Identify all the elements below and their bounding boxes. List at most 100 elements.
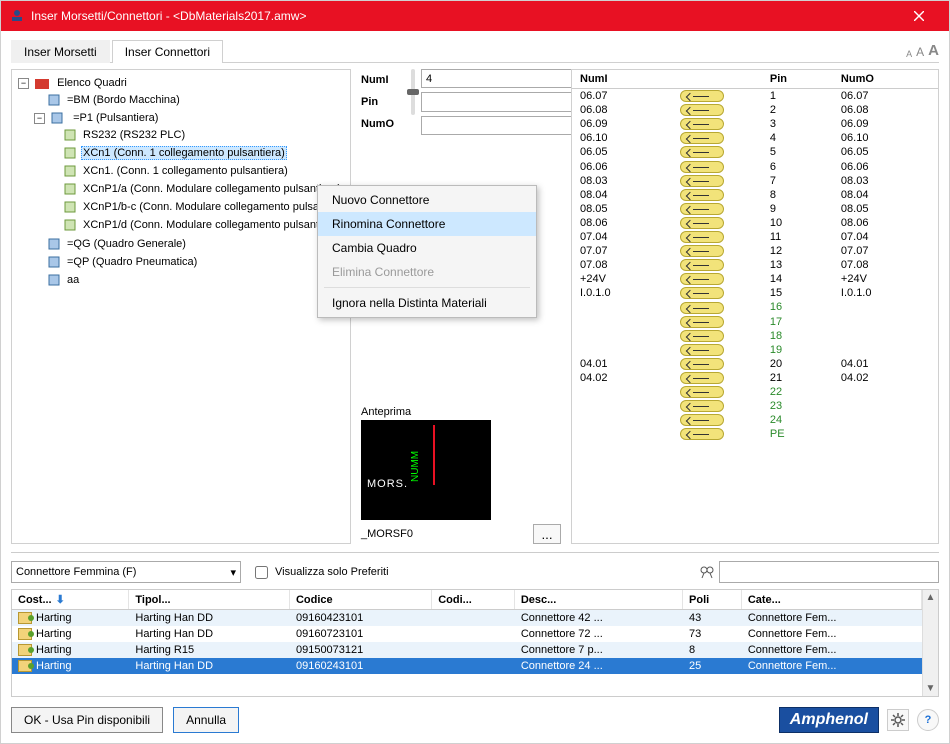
help-button[interactable]: ? — [917, 709, 939, 731]
pin-row[interactable]: 07.081307.08 — [572, 258, 938, 272]
numi-input[interactable] — [421, 69, 573, 88]
col-codi[interactable]: Codi... — [432, 590, 515, 610]
ctx-rinomina[interactable]: Rinomina Connettore — [318, 212, 536, 236]
tree-item[interactable]: aa — [34, 271, 346, 289]
pin-row[interactable]: +24V14+24V — [572, 272, 938, 286]
tree-item[interactable]: XCnP1/b-c (Conn. Modulare collegamento p… — [50, 198, 346, 216]
col-poli[interactable]: Poli — [683, 590, 742, 610]
pin-row[interactable]: PE — [572, 427, 938, 441]
pin-row[interactable]: 06.08206.08 — [572, 103, 938, 117]
col-numo[interactable]: NumO — [833, 70, 938, 89]
browse-button[interactable]: ... — [533, 524, 561, 544]
tree-item[interactable]: =BM (Bordo Macchina) — [34, 91, 346, 109]
tree-root[interactable]: − Elenco Quadri =BM (Bordo Macchina) − =… — [18, 74, 346, 290]
pin-row[interactable]: 04.022104.02 — [572, 371, 938, 385]
pin-numo: 06.07 — [833, 89, 938, 104]
pin-symbol — [672, 174, 762, 188]
tree-item[interactable]: XCn1. (Conn. 1 collegamento pulsantiera) — [50, 162, 346, 180]
col-pin[interactable]: Pin — [762, 70, 833, 89]
settings-button[interactable] — [887, 709, 909, 731]
pin-numo: I.0.1.0 — [833, 286, 938, 300]
pin-input[interactable] — [421, 92, 573, 111]
col-cate[interactable]: Cate... — [741, 590, 921, 610]
pin-row[interactable]: 06.06606.06 — [572, 159, 938, 173]
row-icon — [18, 644, 32, 656]
favorites-checkbox[interactable] — [255, 566, 268, 579]
font-large-button[interactable]: A — [928, 42, 939, 59]
pin-row[interactable]: 08.05908.05 — [572, 202, 938, 216]
row-icon — [18, 612, 32, 624]
collapse-icon[interactable]: − — [34, 113, 45, 124]
pin-row[interactable]: 08.04808.04 — [572, 188, 938, 202]
tab-morsetti[interactable]: Inser Morsetti — [11, 40, 110, 63]
table-row[interactable]: HartingHarting Han DD09160423101Connetto… — [12, 610, 922, 627]
font-small-button[interactable]: A — [906, 49, 912, 59]
pin-row[interactable]: 19 — [572, 343, 938, 357]
pins-pane[interactable]: NumI Pin NumO 06.07106.0706.08206.0806.0… — [571, 69, 939, 544]
scroll-up-icon[interactable]: ▲ — [926, 592, 936, 603]
tab-connettori[interactable]: Inser Connettori — [112, 40, 223, 63]
ctx-separator — [324, 287, 530, 288]
cell-codi — [432, 610, 515, 627]
table-row[interactable]: HartingHarting R1509150073121Connettore … — [12, 642, 922, 658]
pin-row[interactable]: 07.041107.04 — [572, 230, 938, 244]
folder-icon — [35, 77, 49, 89]
pin-row[interactable]: 06.07106.07 — [572, 89, 938, 104]
pin-row[interactable]: 24 — [572, 413, 938, 427]
tree-pane[interactable]: − Elenco Quadri =BM (Bordo Macchina) − =… — [11, 69, 351, 544]
tree-item[interactable]: RS232 (RS232 PLC) — [50, 126, 346, 144]
ctx-ignora[interactable]: Ignora nella Distinta Materiali — [318, 291, 536, 315]
cell-poli: 25 — [683, 658, 742, 674]
pin-numi: 06.06 — [572, 159, 672, 173]
tree-item-selected[interactable]: XCn1 (Conn. 1 collegamento pulsantiera) — [50, 144, 346, 162]
ok-button[interactable]: OK - Usa Pin disponibili — [11, 707, 163, 733]
col-cost[interactable]: Cost...⬇ — [12, 590, 129, 610]
col-desc[interactable]: Desc... — [514, 590, 682, 610]
pin-symbol — [672, 357, 762, 371]
cancel-button[interactable]: Annulla — [173, 707, 239, 733]
pin-numi: 04.02 — [572, 371, 672, 385]
collapse-icon[interactable]: − — [18, 78, 29, 89]
pin-row[interactable]: 08.03708.03 — [572, 174, 938, 188]
pin-symbol — [672, 202, 762, 216]
grid-scroll[interactable]: Cost...⬇ Tipol... Codice Codi... Desc...… — [12, 590, 922, 696]
col-codice[interactable]: Codice — [289, 590, 431, 610]
type-combo[interactable]: Connettore Femmina (F) ▾ — [11, 561, 241, 583]
tree-item[interactable]: =QG (Quadro Generale) — [34, 235, 346, 253]
col-numi[interactable]: NumI — [572, 70, 672, 89]
pin-row[interactable]: 17 — [572, 315, 938, 329]
tree-item[interactable]: XCnP1/d (Conn. Modulare collegamento pul… — [50, 216, 346, 234]
ctx-nuovo[interactable]: Nuovo Connettore — [318, 188, 536, 212]
search-input[interactable] — [719, 561, 939, 583]
pin-numi: 04.01 — [572, 357, 672, 371]
pin-row[interactable]: 16 — [572, 300, 938, 314]
pin-number: 10 — [762, 216, 833, 230]
pin-number: 16 — [762, 300, 833, 314]
pin-row[interactable]: 22 — [572, 385, 938, 399]
search-icon[interactable] — [699, 564, 715, 580]
pin-row[interactable]: 08.061008.06 — [572, 216, 938, 230]
pin-row[interactable]: 04.012004.01 — [572, 357, 938, 371]
scroll-down-icon[interactable]: ▼ — [926, 683, 936, 694]
grid-scrollbar[interactable]: ▲ ▼ — [922, 590, 938, 696]
tree-item[interactable]: =QP (Quadro Pneumatica) — [34, 253, 346, 271]
numo-input[interactable] — [421, 116, 573, 135]
table-row[interactable]: HartingHarting Han DD09160723101Connetto… — [12, 626, 922, 642]
pin-row[interactable]: 23 — [572, 399, 938, 413]
tree-item[interactable]: XCnP1/a (Conn. Modulare collegamento pul… — [50, 180, 346, 198]
pin-row[interactable]: 06.09306.09 — [572, 117, 938, 131]
col-tipo[interactable]: Tipol... — [129, 590, 290, 610]
favorites-checkbox-row[interactable]: Visualizza solo Preferiti — [251, 563, 389, 582]
tree-item[interactable]: − =P1 (Pulsantiera) RS232 (RS232 PLC) XC… — [34, 109, 346, 235]
pin-row[interactable]: 06.05506.05 — [572, 145, 938, 159]
pin-row[interactable]: 18 — [572, 329, 938, 343]
table-row[interactable]: HartingHarting Han DD09160243101Connetto… — [12, 658, 922, 674]
pin-symbol — [672, 315, 762, 329]
pin-slider[interactable] — [411, 69, 415, 135]
pin-row[interactable]: 07.071207.07 — [572, 244, 938, 258]
pin-row[interactable]: I.0.1.015I.0.1.0 — [572, 286, 938, 300]
pin-row[interactable]: 06.10406.10 — [572, 131, 938, 145]
ctx-cambia[interactable]: Cambia Quadro — [318, 236, 536, 260]
font-medium-button[interactable]: A — [916, 45, 924, 59]
close-button[interactable] — [896, 1, 941, 31]
